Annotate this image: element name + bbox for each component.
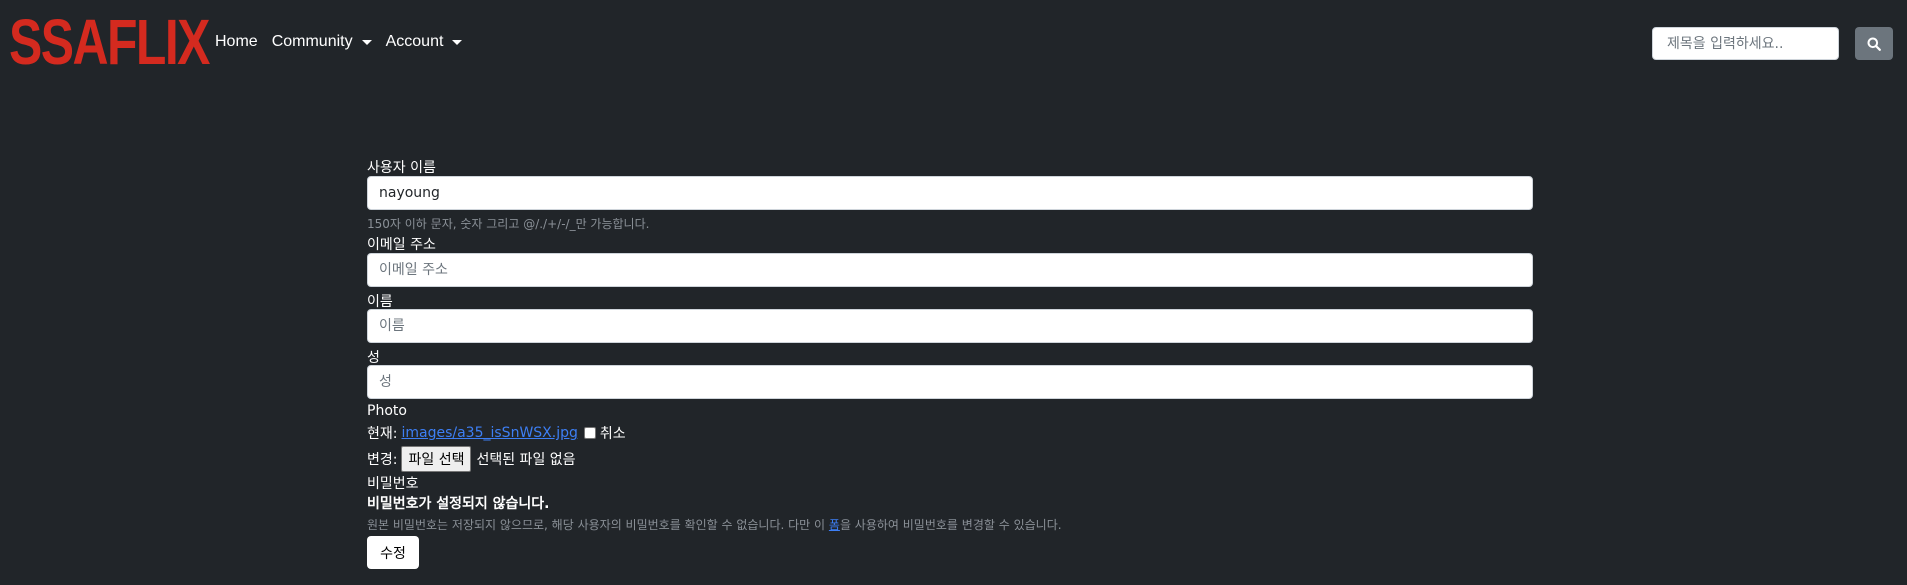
username-field[interactable] (367, 176, 1533, 210)
last-name-field[interactable] (367, 365, 1533, 399)
photo-change-row: 변경: 파일 선택 선택된 파일 없음 (367, 446, 576, 472)
nav-link-label: Community (271, 33, 353, 50)
password-help-text: 원본 비밀번호는 저장되지 않으므로, 해당 사용자의 비밀번호를 확인할 수 … (367, 516, 1062, 533)
nav-dropdown-community[interactable]: Community (272, 33, 372, 51)
photo-change-label: 변경: (367, 452, 398, 468)
caret-down-icon (361, 39, 372, 45)
nav-link-label: Account (385, 33, 444, 50)
search-icon (1867, 37, 1881, 51)
username-label: 사용자 이름 (367, 160, 436, 176)
last-name-label: 성 (367, 350, 380, 366)
password-help-before: 원본 비밀번호는 저장되지 않으므로, 해당 사용자의 비밀번호를 확인할 수 … (367, 518, 829, 532)
nav-dropdown-account[interactable]: Account (386, 33, 463, 51)
photo-current-file-link[interactable]: images/a35_isSnWSX.jpg (401, 425, 577, 441)
no-file-chosen-text: 선택된 파일 없음 (476, 452, 576, 468)
password-help-after: 을 사용하여 비밀번호를 변경할 수 있습니다. (839, 518, 1062, 532)
search-button[interactable] (1855, 27, 1893, 60)
choose-file-button[interactable]: 파일 선택 (401, 446, 472, 472)
first-name-field[interactable] (367, 309, 1533, 343)
password-label: 비밀번호 (367, 476, 419, 492)
brand-logo[interactable]: SSAFLIX (9, 10, 210, 74)
email-field[interactable] (367, 253, 1533, 287)
photo-label: Photo (367, 403, 407, 419)
caret-down-icon (452, 39, 463, 45)
photo-current-label: 현재: (367, 426, 398, 442)
password-status: 비밀번호가 설정되지 않습니다. (367, 496, 550, 512)
nav-links: Home Community Account (215, 33, 476, 51)
photo-clear-label: 취소 (599, 426, 626, 442)
username-help-text: 150자 이하 문자, 숫자 그리고 @/./+/-/_만 가능합니다. (367, 217, 650, 231)
search-input[interactable] (1652, 27, 1839, 60)
photo-current-row: 현재: images/a35_isSnWSX.jpg 취소 (367, 423, 626, 443)
first-name-label: 이름 (367, 294, 393, 310)
password-change-form-link[interactable]: 폼 (829, 518, 840, 532)
nav-link-home[interactable]: Home (215, 33, 258, 51)
email-label: 이메일 주소 (367, 237, 436, 253)
photo-clear-checkbox[interactable] (583, 427, 596, 439)
submit-button[interactable]: 수정 (367, 536, 419, 569)
nav-link-label: Home (215, 33, 258, 50)
navbar: SSAFLIX Home Community Account (0, 0, 1907, 86)
